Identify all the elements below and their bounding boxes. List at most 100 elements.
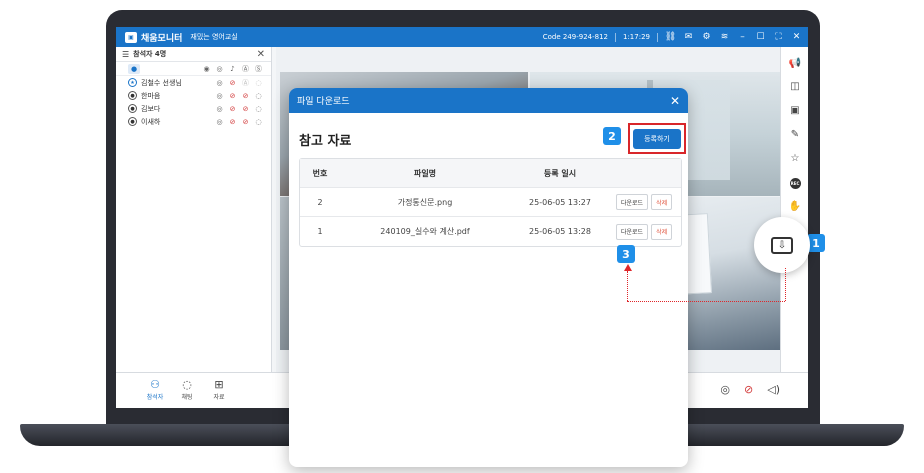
file-name: 가정통신문.png (397, 197, 453, 207)
step-badge: 3 (617, 245, 635, 263)
file-number: 1 (317, 227, 323, 236)
hand-icon[interactable]: ✋ (781, 198, 808, 214)
file-number: 2 (317, 197, 323, 207)
camera-icon[interactable]: ◎ (215, 78, 224, 87)
row-actions: 다운로드 삭제 (610, 194, 681, 210)
arrow-head (624, 264, 632, 271)
file-date: 25-06-05 13:27 (529, 197, 591, 207)
divider (657, 32, 658, 42)
student-avatar-icon: ● (128, 104, 137, 113)
chat-icon[interactable]: ◌ (254, 91, 263, 100)
column-header: 파일명 (413, 168, 437, 178)
close-icon[interactable]: ✕ (670, 94, 680, 108)
link-icon[interactable]: ⛓ (665, 32, 676, 43)
tab-participants[interactable]: ⚇ 참석자 (140, 378, 170, 401)
tab-label: 자료 (213, 394, 225, 401)
mic-muted-icon[interactable]: ⊘ (744, 383, 753, 396)
download-button[interactable]: 다운로드 (616, 194, 649, 210)
register-button[interactable]: 등록하기 (633, 129, 681, 149)
student-avatar-icon: ● (128, 91, 137, 100)
divider (615, 32, 616, 42)
chat-all-icon[interactable]: Ⓢ (254, 64, 263, 73)
hand-all-icon[interactable]: ◉ (202, 64, 211, 73)
file-date: 25-06-05 13:28 (529, 227, 591, 236)
files-table: 번호 파일명 등록 일시 2 가정통신문.png 25-06-05 13:27 … (299, 158, 682, 247)
title-bar: ▣ 채움모니터 재밌는 영어교실 Code 249-924-812 1:17:2… (116, 27, 808, 47)
elapsed-time: 1:17:29 (623, 33, 650, 41)
participant-row[interactable]: ★ 김철수 선생님 ◎ ⊘ Ⓐ ◌ (116, 76, 271, 89)
camera-icon[interactable]: ◎ (215, 104, 224, 113)
pen-off-icon[interactable]: ⊘ (241, 91, 250, 100)
media-controls: ◎ ⊘ ◁) (720, 383, 780, 396)
person-icon: ● (128, 63, 140, 74)
minimize-icon[interactable]: – (737, 32, 748, 43)
mic-muted-icon[interactable]: ⊘ (228, 104, 237, 113)
mic-all-icon[interactable]: ♪ (228, 64, 237, 73)
layout-icon[interactable]: ◫ (781, 78, 808, 94)
wifi-icon: ≋ (720, 32, 729, 42)
camera-icon[interactable]: ◎ (215, 91, 224, 100)
participants-header: ☰ 참석자 4명 ✕ (116, 47, 271, 62)
mic-muted-icon[interactable]: ⊘ (228, 78, 237, 87)
dotted-connector (785, 268, 786, 301)
mic-muted-icon[interactable]: ⊘ (228, 91, 237, 100)
mail-icon[interactable]: ✉ (683, 32, 694, 43)
people-icon: ⚇ (150, 378, 160, 391)
pen-off-icon[interactable]: ⊘ (241, 117, 250, 126)
title-bar-tools: Code 249-924-812 1:17:29 ⛓ ✉ ⚙ ≋ – ☐ ⛶ ✕ (543, 32, 802, 43)
file-download-tray-icon: ⇩ (771, 236, 793, 254)
chat-icon: ◌ (182, 378, 192, 391)
column-header: 번호 (312, 168, 328, 178)
star-settings-icon[interactable]: ☆ (781, 150, 808, 166)
participants-panel: ☰ 참석자 4명 ✕ ● ◉ ◎ ♪ Ⓐ Ⓢ ★ 김철수 선생님 ◎ ⊘ Ⓐ ◌… (116, 47, 272, 372)
settings-icon[interactable]: ⚙ (701, 32, 712, 43)
file-tray-zoom[interactable]: ⇩ (754, 217, 810, 273)
maximize-icon[interactable]: ☐ (755, 32, 766, 43)
fullscreen-icon[interactable]: ⛶ (773, 32, 784, 43)
close-panel-icon[interactable]: ✕ (257, 49, 265, 60)
pen-off-icon[interactable]: ⊘ (241, 104, 250, 113)
participant-name: 이새하 (141, 117, 161, 126)
dotted-connector (627, 271, 628, 301)
tab-label: 채팅 (181, 394, 193, 401)
files-icon: ⊞ (214, 378, 224, 391)
participant-row[interactable]: ● 이새하 ◎ ⊘ ⊘ ◌ (116, 115, 271, 128)
participant-name: 김철수 선생님 (141, 78, 182, 87)
file-name: 240109_실수와 계산.pdf (380, 227, 470, 236)
camera-all-icon[interactable]: ◎ (215, 64, 224, 73)
participant-row[interactable]: ● 한마음 ◎ ⊘ ⊘ ◌ (116, 89, 271, 102)
download-button[interactable]: 다운로드 (616, 223, 649, 240)
record-icon[interactable]: REC (781, 175, 808, 191)
dialog-header: 파일 다운로드 ✕ (289, 88, 688, 113)
table-header: 번호 파일명 등록 일시 (300, 159, 681, 188)
pen-all-icon[interactable]: Ⓐ (241, 64, 250, 73)
delete-button[interactable]: 삭제 (651, 223, 673, 240)
camera-icon[interactable]: ◎ (215, 117, 224, 126)
menu-icon[interactable]: ☰ (122, 50, 129, 59)
delete-button[interactable]: 삭제 (651, 194, 673, 210)
tab-chat[interactable]: ◌ 채팅 (172, 378, 202, 401)
meeting-code: Code 249-924-812 (542, 33, 608, 41)
screen-share-icon[interactable]: ▣ (781, 102, 808, 118)
column-header: 등록 일시 (543, 168, 577, 178)
app-logo-icon: ▣ (125, 31, 137, 43)
participants-column-header: ● ◉ ◎ ♪ Ⓐ Ⓢ (116, 62, 271, 76)
participants-title: 참석자 4명 (133, 50, 167, 58)
dotted-connector (627, 301, 785, 302)
pen-icon[interactable]: Ⓐ (241, 78, 250, 87)
participant-name: 한마음 (141, 91, 161, 100)
tab-label: 참석자 (146, 394, 164, 401)
tab-files[interactable]: ⊞ 자료 (204, 378, 234, 401)
speaker-icon[interactable]: ◁) (767, 383, 780, 396)
megaphone-icon[interactable]: 📢 (781, 55, 808, 71)
participant-row[interactable]: ● 김보다 ◎ ⊘ ⊘ ◌ (116, 102, 271, 115)
participant-name: 김보다 (141, 104, 161, 113)
close-window-icon[interactable]: ✕ (791, 32, 802, 43)
draw-icon[interactable]: ✎ (781, 126, 808, 142)
chat-icon[interactable]: ◌ (254, 78, 263, 87)
guide-stage: ▣ 채움모니터 재밌는 영어교실 Code 249-924-812 1:17:2… (0, 0, 924, 473)
chat-icon[interactable]: ◌ (254, 117, 263, 126)
camera-icon[interactable]: ◎ (720, 383, 730, 396)
mic-muted-icon[interactable]: ⊘ (228, 117, 237, 126)
chat-icon[interactable]: ◌ (254, 104, 263, 113)
